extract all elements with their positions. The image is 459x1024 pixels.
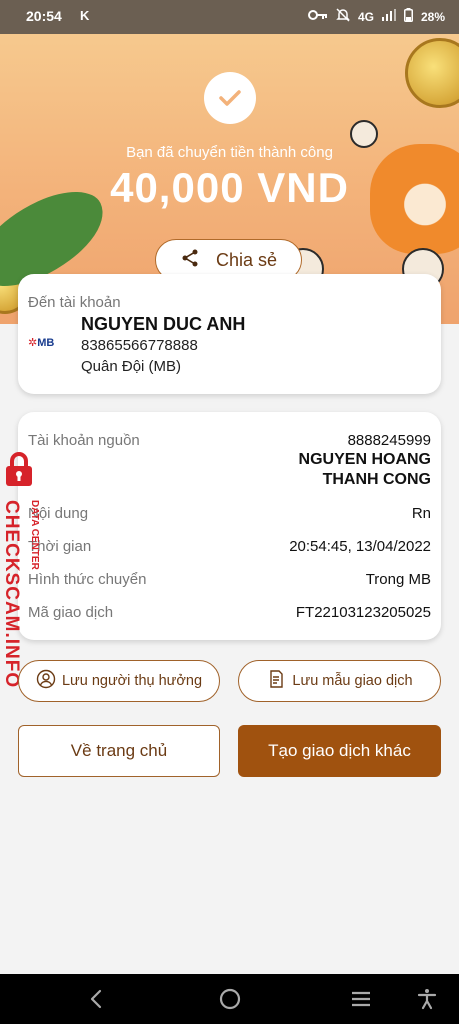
status-right: 4G 28%	[307, 8, 445, 25]
source-account-label: Tài khoản nguồn	[28, 432, 140, 449]
save-recipient-button[interactable]: Lưu người thụ hưởng	[18, 660, 220, 702]
success-check-icon	[204, 72, 256, 124]
method-value: Trong MB	[365, 571, 431, 588]
source-account-name: NGUYEN HOANG THANH CONG	[298, 451, 431, 488]
source-account-value: 8888245999	[347, 432, 431, 449]
mute-icon	[336, 8, 350, 25]
battery-percent: 28%	[420, 9, 445, 24]
transaction-detail-card: Tài khoản nguồn 8888245999 NGUYEN HOANG …	[18, 412, 441, 640]
content-value: Rn	[411, 505, 431, 522]
status-time: 20:54	[26, 8, 62, 24]
destination-label: Đến tài khoản	[28, 294, 121, 311]
recipient-name: NGUYEN DUC ANH	[81, 314, 246, 334]
watermark-subtext: DATA CENTER	[29, 500, 40, 570]
document-icon	[266, 669, 286, 693]
checkscam-watermark: CHECKSCAM.INFO DATA CENTER	[0, 452, 48, 688]
key-icon	[307, 9, 328, 24]
network-label: 4G	[357, 9, 374, 24]
success-message: Bạn đã chuyển tiền thành công	[126, 144, 333, 161]
user-circle-icon	[36, 669, 56, 693]
new-transaction-button[interactable]: Tạo giao dịch khác	[238, 725, 441, 777]
watermark-text: CHECKSCAM.INFO	[1, 500, 22, 689]
signal-icon	[381, 9, 396, 24]
save-template-button[interactable]: Lưu mẫu giao dịch	[238, 660, 441, 702]
time-value: 20:54:45, 13/04/2022	[289, 538, 431, 555]
battery-icon	[403, 8, 413, 25]
recipient-account: 83865566778888	[81, 337, 198, 354]
transfer-amount: 40,000 VND	[110, 164, 349, 211]
system-nav-bar	[0, 974, 459, 1024]
data-saver-icon: K	[80, 8, 90, 23]
destination-card: Đến tài khoản ✲MB NGUYEN DUC ANH 8386556…	[18, 274, 441, 394]
home-circle-icon[interactable]	[217, 986, 243, 1012]
coin-decoration	[405, 38, 459, 108]
recipient-bank: Quân Đội (MB)	[81, 358, 182, 375]
mb-bank-logo: ✲MB	[28, 337, 55, 349]
accessibility-icon[interactable]	[414, 986, 440, 1012]
share-label: Chia sẻ	[215, 249, 278, 270]
save-recipient-label: Lưu người thụ hưởng	[61, 673, 203, 689]
share-icon	[180, 248, 200, 273]
lock-icon	[6, 452, 32, 486]
recent-apps-icon[interactable]	[348, 986, 374, 1012]
home-button[interactable]: Về trang chủ	[18, 725, 220, 777]
back-icon[interactable]	[84, 986, 110, 1012]
transaction-id-value: FT22103123205025	[295, 604, 431, 621]
save-template-label: Lưu mẫu giao dịch	[292, 673, 413, 689]
status-bar: 20:54 K 4G 28%	[0, 0, 459, 34]
